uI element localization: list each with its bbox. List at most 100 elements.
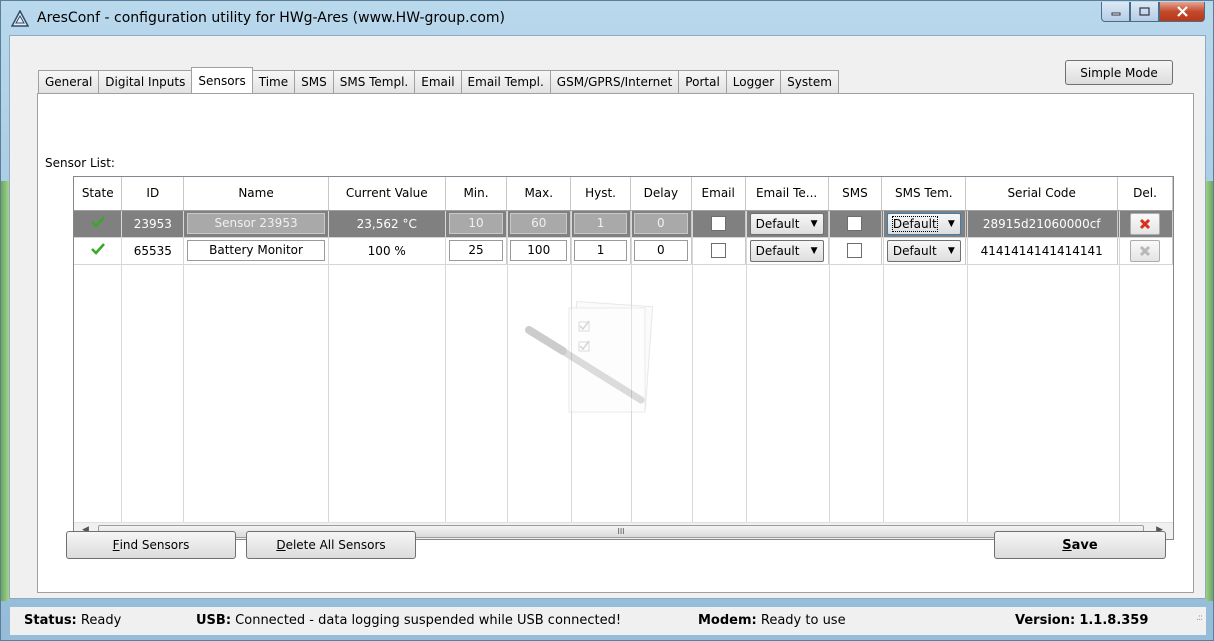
sms-cell[interactable] (828, 237, 883, 265)
usb-value: Connected - data logging suspended while… (235, 613, 622, 628)
column-header-min[interactable]: Min. (445, 177, 508, 211)
min-cell[interactable]: 25 (445, 237, 508, 265)
table-row[interactable]: 23953 Sensor 23953 23,562 °C 10 60 1 0 D… (74, 210, 1173, 238)
tab-sms-templ[interactable]: SMS Templ. (332, 70, 416, 93)
minimize-button[interactable] (1101, 2, 1130, 22)
sms-template-cell[interactable]: Default ▼ (881, 210, 967, 238)
close-button[interactable] (1159, 2, 1205, 22)
min-cell[interactable]: 10 (445, 210, 508, 238)
save-button[interactable]: Save (994, 531, 1166, 559)
name-cell[interactable]: Sensor 23953 (183, 210, 329, 238)
version-label: Version: (1015, 613, 1076, 628)
find-sensors-button[interactable]: Find Sensors (66, 531, 236, 559)
name-field[interactable]: Sensor 23953 (187, 213, 325, 234)
table-row[interactable]: 65535 Battery Monitor 100 % 25 100 1 0 D… (74, 237, 1173, 265)
grid-line (183, 211, 184, 539)
grid-line (1119, 211, 1120, 539)
email-template-dropdown[interactable]: Default ▼ (749, 212, 824, 235)
hyst-cell[interactable]: 1 (570, 237, 631, 265)
tab-system[interactable]: System (780, 70, 839, 93)
grid-line (829, 211, 830, 539)
sms-checkbox[interactable] (847, 216, 863, 231)
email-cell[interactable] (691, 237, 746, 265)
column-header-email-template[interactable]: Email Te... (745, 177, 829, 211)
hyst-cell[interactable]: 1 (570, 210, 631, 238)
tab-general[interactable]: General (38, 70, 100, 93)
save-label: ave (1071, 537, 1098, 553)
state-cell (74, 237, 123, 265)
title-bar[interactable]: AresConf - configuration utility for HWg… (1, 1, 1213, 35)
delete-cell[interactable] (1117, 210, 1173, 238)
column-header-state[interactable]: State (74, 177, 123, 211)
sms-checkbox[interactable] (847, 243, 863, 258)
delay-field[interactable]: 0 (633, 213, 688, 234)
delete-sensor-button[interactable] (1130, 212, 1161, 235)
tab-logger[interactable]: Logger (725, 70, 782, 93)
name-field[interactable]: Battery Monitor (187, 240, 325, 261)
delay-cell[interactable]: 0 (630, 237, 692, 265)
max-field[interactable]: 60 (510, 213, 568, 234)
tab-sms[interactable]: SMS (294, 70, 334, 93)
email-template-value: Default (755, 216, 800, 231)
column-header-current-value[interactable]: Current Value (328, 177, 446, 211)
name-cell[interactable]: Battery Monitor (183, 237, 329, 265)
column-header-name[interactable]: Name (183, 177, 329, 211)
tab-gsm-gprs-internet[interactable]: GSM/GPRS/Internet (549, 70, 680, 93)
sms-template-dropdown[interactable]: Default ▼ (886, 239, 961, 262)
max-cell[interactable]: 100 (506, 237, 572, 265)
minimize-icon (1111, 12, 1120, 15)
email-template-cell[interactable]: Default ▼ (745, 210, 829, 238)
checkmark-icon (90, 216, 105, 228)
column-header-delete[interactable]: Del. (1117, 177, 1173, 211)
tab-email[interactable]: Email (414, 70, 462, 93)
hyst-field[interactable]: 1 (574, 213, 627, 234)
sms-template-dropdown[interactable]: Default ▼ (886, 212, 961, 235)
status-label: Status: (24, 613, 77, 628)
email-cell[interactable] (691, 210, 746, 238)
simple-mode-button[interactable]: Simple Mode (1065, 60, 1173, 85)
maximize-button[interactable] (1130, 2, 1159, 22)
delete-sensor-button[interactable] (1130, 239, 1161, 262)
column-header-hyst[interactable]: Hyst. (570, 177, 631, 211)
modem-value: Ready to use (760, 613, 846, 628)
column-header-sms[interactable]: SMS (828, 177, 883, 211)
max-field[interactable]: 100 (510, 240, 568, 261)
status-bar: Status: Ready USB: Connected - data logg… (10, 607, 1206, 635)
email-template-cell[interactable]: Default ▼ (745, 237, 829, 265)
column-header-id[interactable]: ID (121, 177, 185, 211)
column-header-serial-code[interactable]: Serial Code (965, 177, 1119, 211)
grid-line (328, 211, 329, 539)
app-window: AresConf - configuration utility for HWg… (0, 0, 1214, 641)
delay-cell[interactable]: 0 (630, 210, 692, 238)
chevron-down-icon: ▼ (810, 245, 818, 256)
email-checkbox[interactable] (710, 243, 726, 258)
column-header-max[interactable]: Max. (506, 177, 572, 211)
x-icon (1139, 218, 1151, 229)
delete-all-sensors-button[interactable]: Delete All Sensors (246, 531, 416, 559)
tab-time[interactable]: Time (251, 70, 296, 93)
email-checkbox[interactable] (710, 216, 726, 231)
sms-cell[interactable] (828, 210, 883, 238)
tab-sensors[interactable]: Sensors (191, 67, 253, 93)
tab-digital-inputs[interactable]: Digital Inputs (98, 70, 193, 93)
max-cell[interactable]: 60 (506, 210, 572, 238)
column-header-delay[interactable]: Delay (630, 177, 692, 211)
delay-field[interactable]: 0 (633, 240, 688, 261)
window-controls (1101, 2, 1205, 22)
email-template-dropdown[interactable]: Default ▼ (749, 239, 824, 262)
min-field[interactable]: 10 (448, 213, 504, 234)
resize-grip-icon[interactable]: .:: (1196, 613, 1203, 632)
scrollbar-grip: III (617, 527, 625, 536)
min-field[interactable]: 25 (448, 240, 504, 261)
current-value-cell: 23,562 °C (328, 210, 446, 238)
find-sensors-mnemonic: F (112, 538, 120, 552)
delete-cell[interactable] (1117, 237, 1173, 265)
hyst-field[interactable]: 1 (574, 240, 627, 261)
column-header-sms-template[interactable]: SMS Tem. (881, 177, 967, 211)
modem-label: Modem: (698, 613, 757, 628)
column-header-email[interactable]: Email (691, 177, 746, 211)
tab-portal[interactable]: Portal (678, 70, 727, 93)
checkmark-icon (90, 243, 105, 255)
tab-email-templ[interactable]: Email Templ. (460, 70, 551, 93)
sms-template-cell[interactable]: Default ▼ (881, 237, 967, 265)
